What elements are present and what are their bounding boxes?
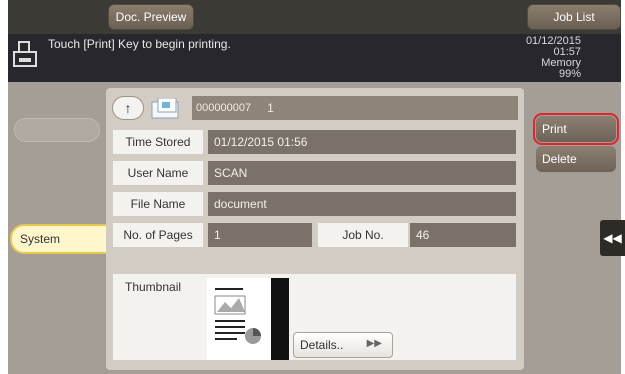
upload-arrow-icon[interactable]: ↑ (112, 96, 144, 120)
job-no-value: 46 (410, 223, 516, 247)
thumbnail-area: Thumbnail Details.. ▶▶ (113, 274, 516, 360)
date-time-memory: 01/12/2015 01:57 Memory 99% (526, 36, 581, 80)
document-header: ↑ 000000007 1 (108, 96, 518, 120)
time-stored-label: Time Stored (113, 130, 203, 154)
job-id-bar: 000000007 1 (192, 96, 518, 120)
file-name-value: document (208, 192, 516, 216)
print-button[interactable]: Print (533, 113, 619, 145)
double-chevron-right-icon: ▶▶ (366, 338, 382, 349)
pages-value: 1 (208, 223, 312, 247)
job-no-label: Job No. (318, 223, 408, 247)
memory-value: 99% (558, 68, 581, 80)
details-button[interactable]: Details.. ▶▶ (293, 332, 393, 358)
double-chevron-left-icon[interactable]: ◀◀ (600, 220, 625, 256)
message-bar: Touch [Print] Key to begin printing. 01/… (8, 34, 621, 82)
status-message: Touch [Print] Key to begin printing. (48, 37, 231, 51)
delete-button[interactable]: Delete (536, 146, 616, 172)
job-count: 1 (267, 101, 274, 115)
printer-icon (13, 41, 37, 67)
thumbnail-label: Thumbnail (125, 280, 182, 294)
doc-preview-button[interactable]: Doc. Preview (108, 4, 194, 30)
inactive-tab (14, 118, 100, 142)
job-id: 000000007 (196, 102, 252, 114)
user-name-label: User Name (113, 161, 203, 185)
details-label: Details.. (300, 338, 344, 352)
file-name-label: File Name (113, 192, 203, 216)
time-stored-value: 01/12/2015 01:56 (208, 130, 516, 154)
job-list-button[interactable]: Job List (527, 4, 621, 30)
thumbnail-image (207, 278, 289, 360)
system-tab[interactable]: System (10, 224, 110, 254)
document-folder-icon (151, 98, 179, 119)
user-name-value: SCAN (208, 161, 516, 185)
pages-label: No. of Pages (113, 223, 203, 247)
screen: Doc. Preview Job List Touch [Print] Key … (0, 0, 625, 374)
